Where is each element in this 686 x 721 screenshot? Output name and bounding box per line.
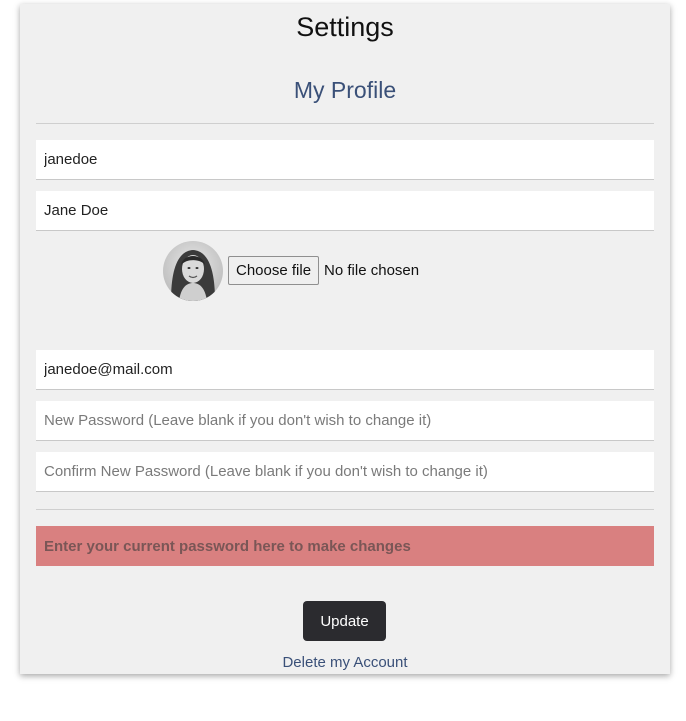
avatar: [163, 241, 223, 301]
settings-card: Settings My Profile Choose file No file …: [20, 4, 670, 674]
section-title: My Profile: [293, 77, 397, 103]
update-button[interactable]: Update: [303, 601, 386, 641]
divider: [36, 123, 654, 124]
confirm-password-field[interactable]: [36, 452, 654, 492]
file-upload: Choose file No file chosen: [228, 256, 419, 285]
choose-file-button[interactable]: Choose file: [228, 256, 320, 285]
new-password-field[interactable]: [36, 401, 654, 441]
current-password-field[interactable]: [36, 526, 654, 566]
file-status: No file chosen: [324, 262, 420, 279]
email-field[interactable]: [36, 350, 654, 390]
delete-account-link[interactable]: Delete my Account: [20, 654, 670, 671]
username-field[interactable]: [36, 140, 654, 180]
fullname-field[interactable]: [36, 191, 654, 231]
page-title: Settings: [296, 12, 394, 42]
user-photo-icon: [163, 241, 223, 301]
divider: [36, 509, 654, 510]
